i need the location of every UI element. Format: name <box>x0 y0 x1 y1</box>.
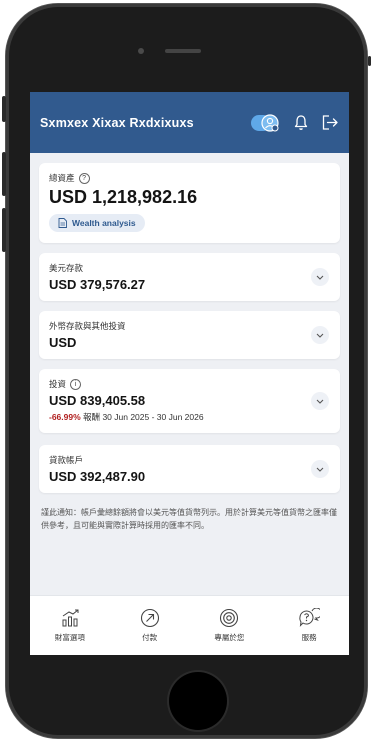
app-header: Sxmxex Xixax Rxdxixuxs <box>30 92 349 153</box>
investment-return: -66.99% 報酬 30 Jun 2025 - 30 Jun 2026 <box>49 411 330 423</box>
nav-for-you[interactable]: 專屬於您 <box>194 608 264 643</box>
mute-switch <box>2 96 6 122</box>
nav-label: 財富選項 <box>54 633 85 642</box>
return-percent: -66.99% <box>49 412 81 422</box>
document-icon <box>58 218 67 228</box>
chevron-down-icon[interactable] <box>311 392 329 410</box>
nav-label: 付款 <box>142 633 158 642</box>
help-icon[interactable]: ? <box>78 172 90 184</box>
foreign-deposit-card[interactable]: 外幣存款與其他投資 USD <box>39 311 340 359</box>
investment-card[interactable]: 投資 i USD 839,405.58 -66.99% 報酬 30 Jun 20… <box>39 369 340 433</box>
nav-services[interactable]: 服務 <box>274 608 344 643</box>
total-assets-amount: USD 1,218,982.16 <box>49 187 198 207</box>
header-actions <box>251 113 339 133</box>
nav-payments[interactable]: 付款 <box>115 608 185 643</box>
bell-icon[interactable] <box>293 114 309 131</box>
volume-up-button <box>2 152 6 196</box>
nav-label: 服務 <box>301 633 317 642</box>
chart-growth-icon <box>62 609 79 627</box>
account-label: 投資 <box>49 379 67 389</box>
return-period: 30 Jun 2025 - 30 Jun 2026 <box>102 412 204 422</box>
volume-down-button <box>2 208 6 252</box>
account-amount: USD 839,405.58 <box>49 393 146 408</box>
account-label: 美元存款 <box>49 263 84 273</box>
target-icon <box>220 608 239 628</box>
send-payment-icon <box>140 608 159 628</box>
chevron-down-icon[interactable] <box>311 268 329 286</box>
account-amount: USD 379,576.27 <box>49 277 146 292</box>
total-assets-card: 總資產 ? USD 1,218,982.16 Wealth analysis <box>39 163 340 243</box>
account-label: 貸款帳戶 <box>49 455 84 465</box>
account-amount: USD 392,487.90 <box>49 469 146 484</box>
wealth-analysis-label: Wealth analysis <box>72 218 136 228</box>
help-chat-icon <box>299 608 321 627</box>
home-button[interactable] <box>169 672 227 730</box>
nav-wealth-options[interactable]: 財富選項 <box>35 608 105 643</box>
speaker-grille <box>165 49 201 53</box>
total-assets-label: 總資產 <box>49 173 75 183</box>
wealth-analysis-button[interactable]: Wealth analysis <box>49 214 145 232</box>
total-assets-label-row: 總資產 ? <box>49 172 330 184</box>
chevron-down-icon[interactable] <box>311 326 329 344</box>
front-camera <box>138 48 144 54</box>
settings-toggle-icon[interactable] <box>251 113 281 133</box>
investment-label-row: 投資 i <box>49 378 330 390</box>
account-label: 外幣存款與其他投資 <box>49 321 126 331</box>
nav-label: 專屬於您 <box>214 633 245 642</box>
logout-icon[interactable] <box>321 114 339 131</box>
chevron-down-icon[interactable] <box>311 460 329 478</box>
bottom-navigation: 財富選項 付款 專屬於您 服務 <box>30 595 349 655</box>
loan-account-card[interactable]: 貸款帳戶 USD 392,487.90 <box>39 445 340 493</box>
app-screen: Sxmxex Xixax Rxdxixuxs 總資產 ? USD 1,218,9… <box>30 92 349 655</box>
content-area: 總資產 ? USD 1,218,982.16 Wealth analysis 美… <box>30 153 349 533</box>
usd-deposit-card[interactable]: 美元存款 USD 379,576.27 <box>39 253 340 301</box>
account-amount: USD <box>49 335 77 350</box>
info-icon[interactable]: i <box>70 378 82 390</box>
app-title: Sxmxex Xixax Rxdxixuxs <box>40 115 194 130</box>
return-label: 報酬 <box>83 412 101 422</box>
currency-notice: 謹此通知：帳戶彙總餘額將會以美元等值貨幣列示。用於計算美元等值貨幣之匯率僅供參考… <box>41 508 337 530</box>
